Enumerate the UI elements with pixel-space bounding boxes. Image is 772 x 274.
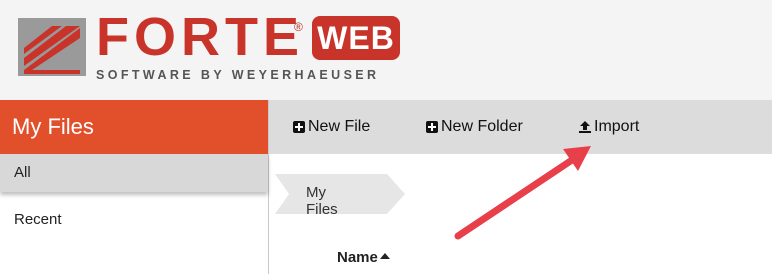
- sort-ascending-icon: [379, 253, 390, 259]
- sidebar: My Files All Recent: [0, 100, 269, 274]
- name-column-header[interactable]: Name: [337, 249, 390, 266]
- app-header: FORTE ® WEB SOFTWARE BY WEYERHAEUSER: [0, 0, 772, 100]
- upload-icon: [579, 121, 591, 133]
- plus-square-icon: [293, 121, 305, 133]
- web-badge: WEB: [312, 16, 400, 60]
- forte-web-logo[interactable]: FORTE ® WEB SOFTWARE BY WEYERHAEUSER: [18, 7, 418, 92]
- name-column-label: Name: [337, 249, 378, 266]
- new-file-label: New File: [308, 118, 371, 135]
- sidebar-title: My Files: [0, 100, 268, 154]
- import-button[interactable]: Import: [578, 100, 639, 154]
- new-file-button[interactable]: New File: [293, 100, 370, 154]
- sidebar-item-recent[interactable]: Recent: [0, 200, 268, 240]
- sidebar-item-all[interactable]: All: [0, 154, 268, 192]
- new-folder-button[interactable]: New Folder: [426, 100, 523, 154]
- import-label: Import: [594, 118, 640, 135]
- breadcrumb-item-my-files[interactable]: My Files: [306, 184, 338, 218]
- logo-wordmark: FORTE: [96, 7, 304, 67]
- new-folder-label: New Folder: [441, 118, 523, 135]
- plus-square-icon: [426, 121, 438, 133]
- toolbar: New File New Folder Import: [269, 100, 772, 154]
- breadcrumb-item-shape: [275, 174, 405, 214]
- registered-mark: ®: [294, 20, 303, 34]
- forte-logo-mark-icon: [18, 18, 86, 76]
- logo-tagline: SOFTWARE BY WEYERHAEUSER: [96, 68, 380, 82]
